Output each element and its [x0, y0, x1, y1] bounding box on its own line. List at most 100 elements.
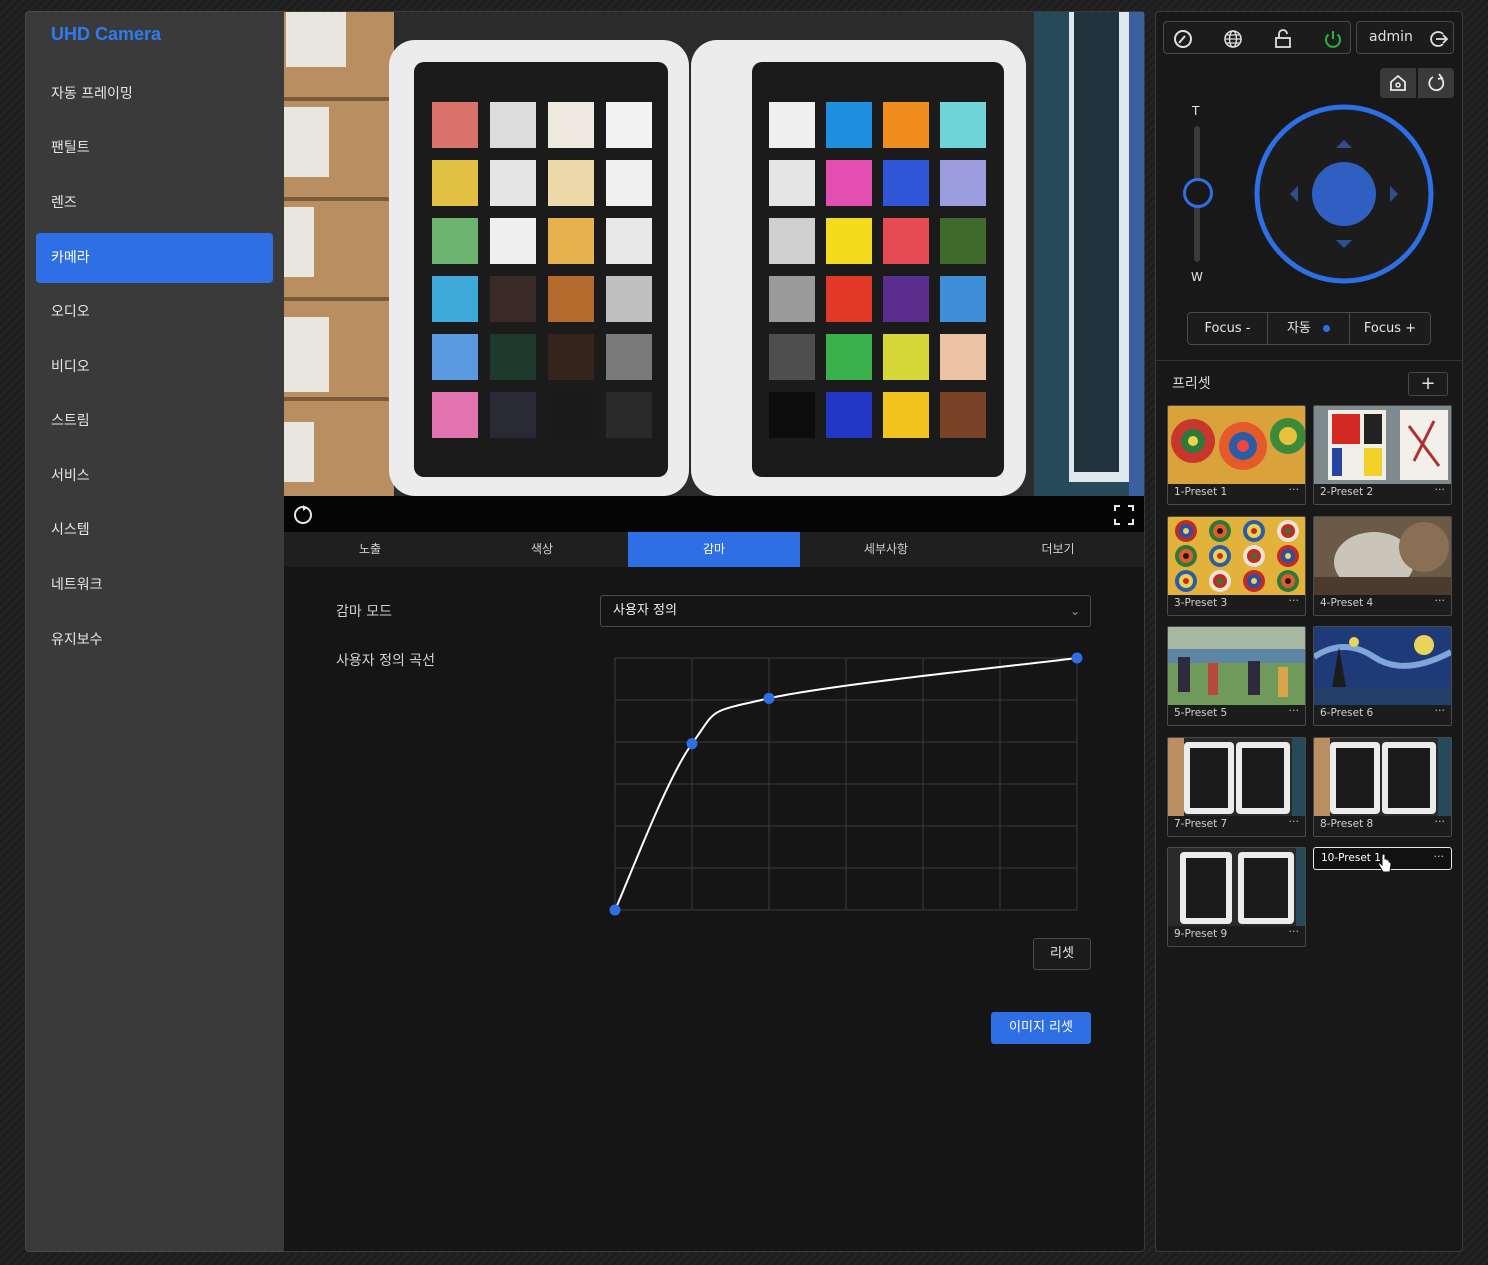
more-icon[interactable]: ···: [1434, 850, 1445, 863]
sidebar-item-camera[interactable]: 카메라: [36, 233, 273, 283]
video-controls-bar: [284, 496, 1144, 532]
image-reset-button[interactable]: 이미지 리셋: [991, 1012, 1091, 1044]
sidebar-item-system[interactable]: 시스템: [36, 505, 273, 555]
gamma-curve-editor[interactable]: [604, 648, 1088, 926]
preset-label: 7-Preset 7: [1174, 818, 1228, 830]
wide-label: W: [1191, 270, 1203, 284]
sidebar-item-lens[interactable]: 렌즈: [36, 178, 273, 228]
preset-card[interactable]: 7-Preset 7 ···: [1167, 737, 1306, 837]
brand-title: UHD Camera: [51, 24, 162, 44]
preset-thumbnail: [1314, 627, 1451, 705]
tele-label: T: [1192, 104, 1200, 118]
video-preview[interactable]: [284, 12, 1144, 496]
curve-control-point[interactable]: [763, 692, 775, 704]
preset-thumbnail: [1314, 517, 1451, 595]
tab-more[interactable]: 더보기: [972, 532, 1144, 567]
focus-control: Focus - 자동 Focus +: [1187, 312, 1431, 345]
rotate-icon: [1428, 73, 1445, 92]
preset-card[interactable]: 3-Preset 3 ···: [1167, 516, 1306, 616]
presets-title: 프리셋: [1172, 376, 1211, 392]
preset-card[interactable]: 6-Preset 6 ···: [1313, 626, 1452, 726]
unlock-icon[interactable]: [1272, 28, 1294, 50]
user-menu[interactable]: admin: [1356, 21, 1454, 54]
custom-curve-label: 사용자 정의 곡선: [336, 653, 436, 669]
fullscreen-icon[interactable]: [1113, 504, 1135, 526]
preset-label: 1-Preset 1: [1174, 486, 1228, 498]
home-button[interactable]: [1380, 68, 1416, 98]
curve-control-point[interactable]: [609, 904, 621, 916]
tab-color[interactable]: 색상: [456, 532, 628, 567]
sidebar-item-service[interactable]: 서비스: [36, 451, 273, 501]
preset-card[interactable]: 4-Preset 4 ···: [1313, 516, 1452, 616]
preset-label: 9-Preset 9: [1174, 928, 1228, 940]
gamma-mode-select[interactable]: 사용자 정의 ⌄: [600, 595, 1091, 627]
preset-thumbnail: [1314, 738, 1451, 816]
more-icon[interactable]: ···: [1435, 483, 1446, 496]
curve-control-point[interactable]: [1071, 652, 1083, 664]
preset-label: 5-Preset 5: [1174, 707, 1228, 719]
preset-card[interactable]: 1-Preset 1 ···: [1167, 405, 1306, 505]
power-icon[interactable]: [1322, 28, 1344, 50]
focus-auto-button[interactable]: 자동: [1268, 313, 1350, 344]
preset-thumbnail: [1168, 406, 1305, 484]
dashboard-icon[interactable]: [1172, 28, 1194, 50]
gamma-mode-value: 사용자 정의: [613, 603, 677, 618]
hand-cursor-icon: [1378, 854, 1392, 873]
settings-tabs: 노출 색상 감마 세부사항 더보기: [284, 532, 1144, 567]
username: admin: [1369, 29, 1413, 45]
curve-grid: [614, 657, 1078, 911]
presets-divider: [1156, 360, 1462, 361]
preset-card[interactable]: 5-Preset 5 ···: [1167, 626, 1306, 726]
sidebar-item-network[interactable]: 네트워크: [36, 560, 273, 610]
preset-label: 4-Preset 4: [1320, 597, 1374, 609]
sidebar-item-video[interactable]: 비디오: [36, 342, 273, 392]
preset-thumbnail: [1168, 517, 1305, 595]
more-icon[interactable]: ···: [1289, 483, 1300, 496]
tab-details[interactable]: 세부사항: [800, 532, 972, 567]
sidebar-item-maintenance[interactable]: 유지보수: [36, 615, 273, 665]
focus-plus-button[interactable]: Focus +: [1350, 313, 1430, 344]
home-icon: [1390, 74, 1406, 91]
sidebar-item-auto-framing[interactable]: 자동 프레이밍: [36, 69, 273, 119]
video-frame: [284, 12, 1144, 496]
preset-card[interactable]: 8-Preset 8 ···: [1313, 737, 1452, 837]
more-icon[interactable]: ···: [1435, 815, 1446, 828]
preset-thumbnail: [1168, 627, 1305, 705]
more-icon[interactable]: ···: [1289, 925, 1300, 938]
more-icon[interactable]: ···: [1435, 704, 1446, 717]
focus-auto-label: 자동: [1286, 321, 1311, 336]
ptz-joystick[interactable]: [1252, 102, 1436, 286]
tab-gamma[interactable]: 감마: [628, 532, 800, 567]
preset-name-input[interactable]: 10-Preset 1 ···: [1313, 847, 1452, 873]
control-panel: admin T W Focus - 자동 Focus + 프리셋 + 1-Pre…: [1155, 11, 1463, 1252]
more-icon[interactable]: ···: [1289, 704, 1300, 717]
chevron-down-icon: ⌄: [1069, 604, 1080, 618]
curve-reset-button[interactable]: 리셋: [1033, 938, 1091, 970]
more-icon[interactable]: ···: [1289, 815, 1300, 828]
main-panel: 노출 색상 감마 세부사항 더보기 감마 모드 사용자 정의 ⌄ 사용자 정의 …: [284, 11, 1145, 1252]
preset-card[interactable]: 2-Preset 2 ···: [1313, 405, 1452, 505]
logout-icon[interactable]: [1427, 28, 1449, 50]
preset-label: 3-Preset 3: [1174, 597, 1228, 609]
preset-label: 6-Preset 6: [1320, 707, 1374, 719]
add-preset-button[interactable]: +: [1408, 372, 1448, 396]
sidebar-item-pantilt[interactable]: 팬틸트: [36, 123, 273, 173]
preset-name-value: 10-Preset 1: [1321, 852, 1381, 864]
gamma-mode-label: 감마 모드: [336, 604, 392, 620]
focus-minus-button[interactable]: Focus -: [1188, 313, 1268, 344]
more-icon[interactable]: ···: [1289, 594, 1300, 607]
sidebar-item-audio[interactable]: 오디오: [36, 287, 273, 337]
reset-ptz-button[interactable]: [1418, 68, 1454, 98]
sidebar-item-stream[interactable]: 스트림: [36, 396, 273, 446]
more-icon[interactable]: ···: [1435, 594, 1446, 607]
preset-thumbnail: [1168, 738, 1305, 816]
preset-label: 2-Preset 2: [1320, 486, 1374, 498]
tab-exposure[interactable]: 노출: [284, 532, 456, 567]
globe-icon[interactable]: [1222, 28, 1244, 50]
curve-control-point[interactable]: [686, 738, 698, 750]
zoom-slider-thumb[interactable]: [1183, 178, 1213, 208]
auto-indicator-dot: [1323, 325, 1331, 332]
refresh-icon[interactable]: [292, 504, 314, 526]
preset-card[interactable]: 9-Preset 9 ···: [1167, 847, 1306, 947]
preset-thumbnail: [1168, 848, 1305, 926]
